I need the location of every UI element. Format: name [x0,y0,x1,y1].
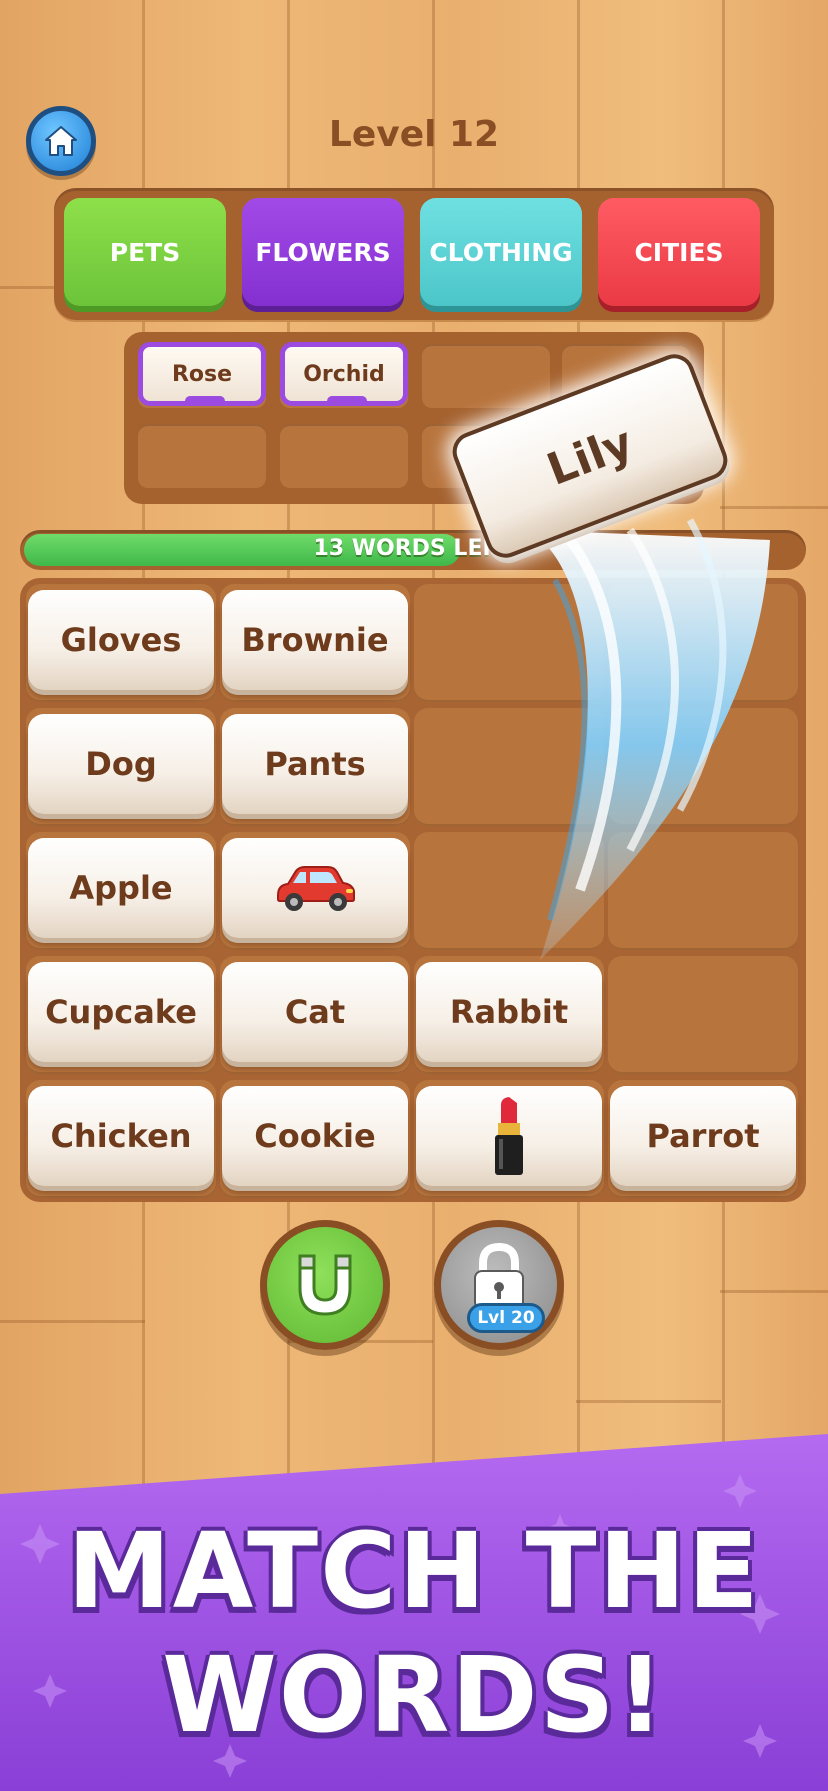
unlock-level-badge: Lvl 20 [467,1303,545,1333]
picture-card-car[interactable] [222,838,408,938]
level-title: Level 12 [328,114,500,155]
word-card-parrot[interactable]: Parrot [610,1086,796,1186]
slot-card-tab [185,396,225,406]
locked-powerup-button[interactable]: Lvl 20 [434,1220,564,1350]
slot-card-tab [327,396,367,406]
slot-card-label: Rose [171,361,233,387]
category-clothing[interactable]: CLOTHING [420,198,582,306]
word-card-dog[interactable]: Dog [28,714,214,814]
word-card-cupcake[interactable]: Cupcake [28,962,214,1062]
picture-card-lipstick[interactable] [416,1086,602,1186]
car-icon [277,866,355,911]
category-cities[interactable]: CITIES [598,198,760,306]
category-flowers[interactable]: FLOWERS [242,198,404,306]
banner-headline-line2: WORDS! [162,1634,666,1756]
word-card-gloves[interactable]: Gloves [28,590,214,690]
slot-card-orchid[interactable]: Orchid [280,342,408,406]
answer-slot [138,424,266,488]
answer-slot [280,424,408,488]
word-card-brownie[interactable]: Brownie [222,590,408,690]
category-pets[interactable]: PETS [64,198,226,306]
word-card-cat[interactable]: Cat [222,962,408,1062]
word-card-apple[interactable]: Apple [28,838,214,938]
slot-card-label: Orchid [303,361,385,387]
category-bar: PETS FLOWERS CLOTHING CITIES [54,188,774,320]
word-card-chicken[interactable]: Chicken [28,1086,214,1186]
answer-slot [422,344,550,408]
lipstick-icon [495,1097,523,1175]
slot-card-rose[interactable]: Rose [138,342,266,406]
word-card-pants[interactable]: Pants [222,714,408,814]
magnet-powerup-button[interactable] [260,1220,390,1350]
banner-headline-line1: MATCH THE [67,1510,761,1632]
magnet-icon [298,1254,352,1316]
word-card-cookie[interactable]: Cookie [222,1086,408,1186]
